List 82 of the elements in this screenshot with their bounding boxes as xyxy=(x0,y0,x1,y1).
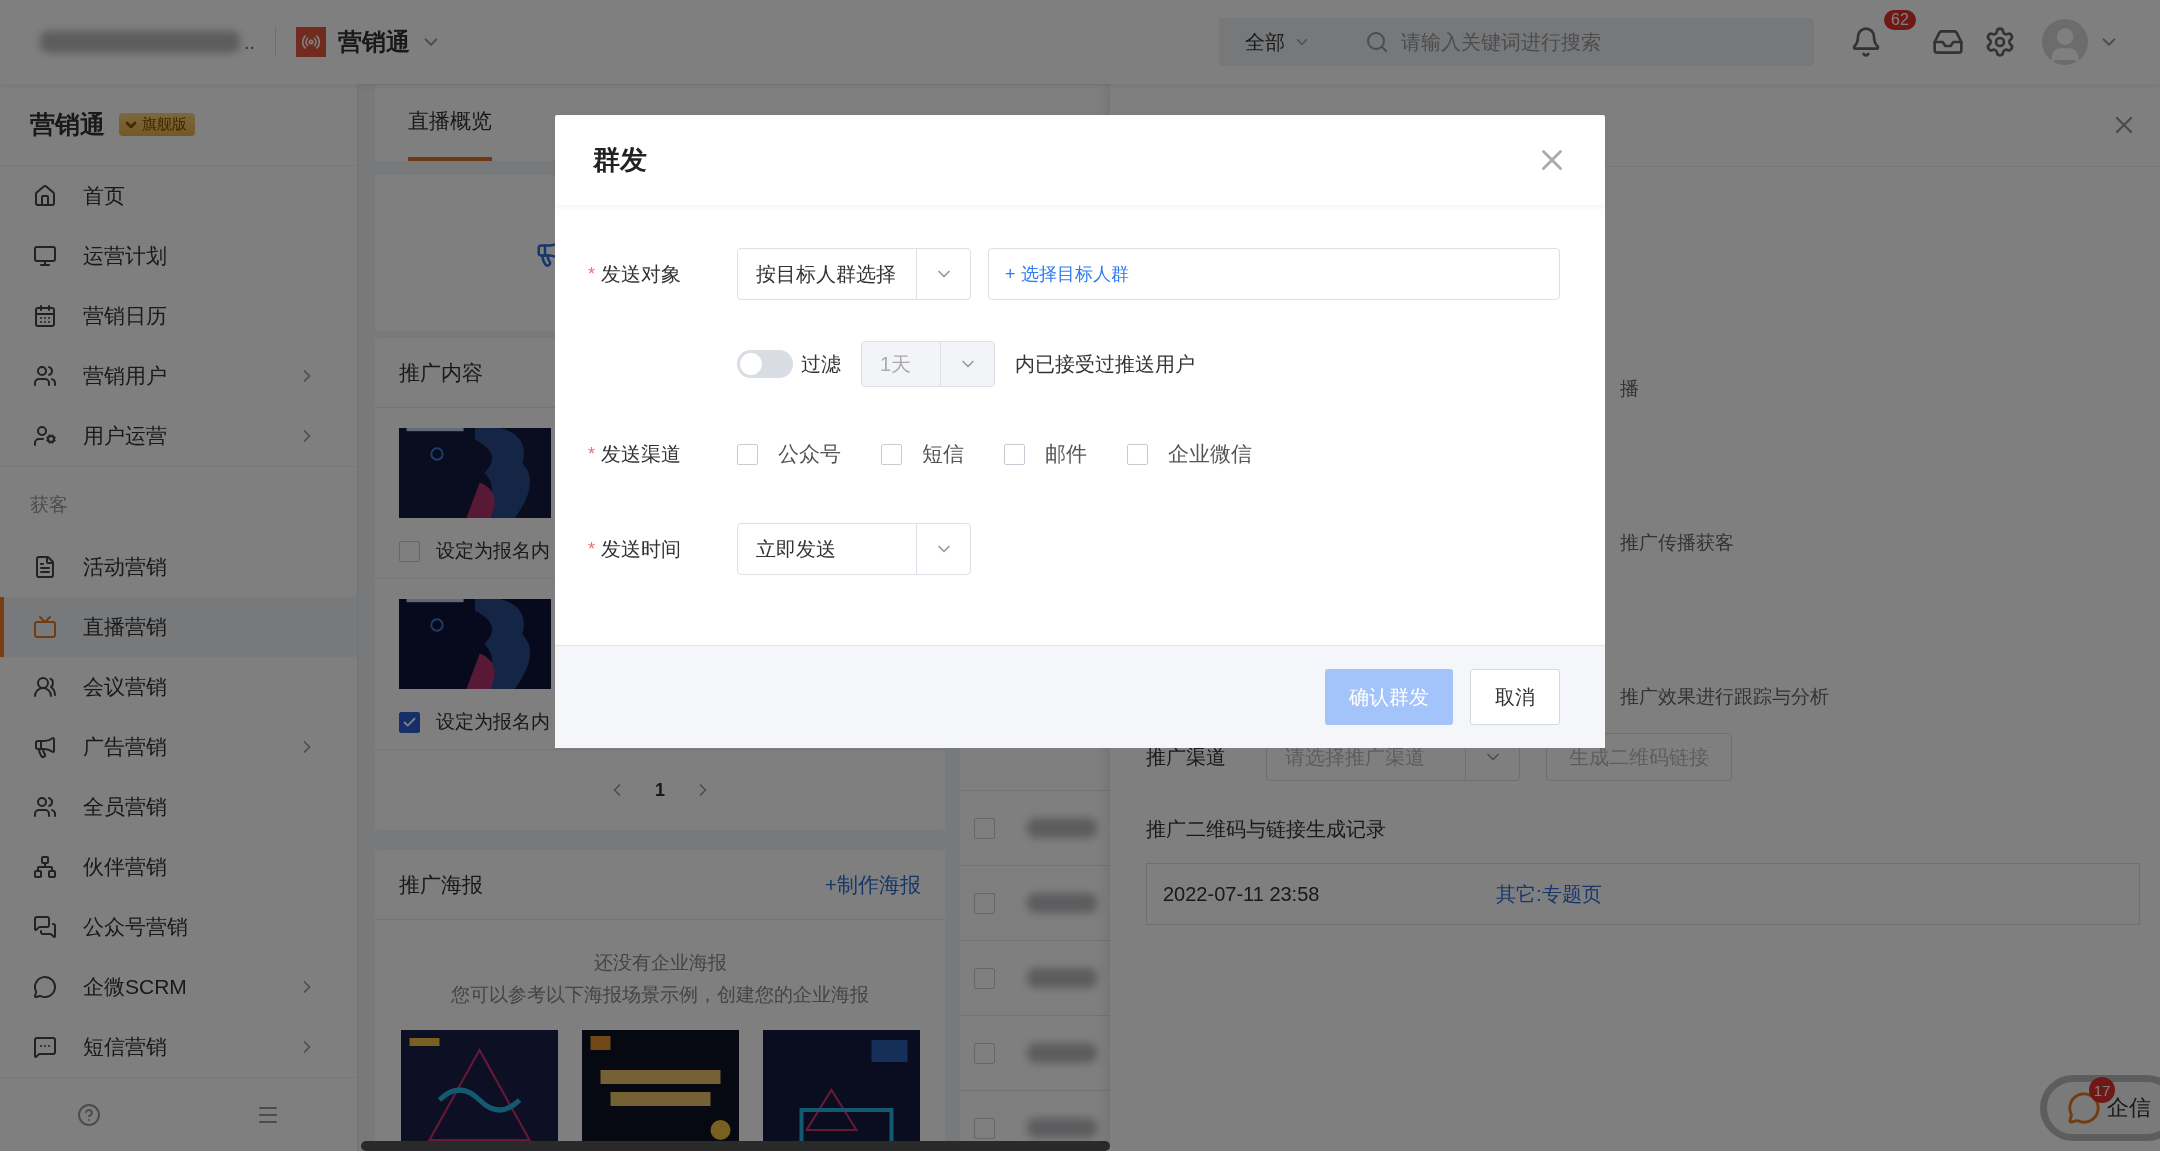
org-name: .. xyxy=(244,30,256,54)
description-text: 推广传播获客 xyxy=(1620,531,1734,555)
make-poster-link[interactable]: +制作海报 xyxy=(824,870,921,899)
bell-icon[interactable] xyxy=(1850,26,1882,58)
message-icon xyxy=(33,1035,57,1060)
dropdown[interactable]: 立即发送 xyxy=(737,523,971,575)
settings-icon[interactable] xyxy=(1984,26,2016,58)
app-name: 营销通 xyxy=(338,27,411,57)
megaphone-icon xyxy=(33,735,57,760)
document-icon xyxy=(33,555,57,580)
sidebar-item[interactable]: 企微SCRM xyxy=(0,957,357,1018)
unread-badge: 17 xyxy=(2089,1077,2115,1103)
group-icon xyxy=(33,675,57,700)
required-mark: * xyxy=(588,443,595,465)
scrollbar[interactable] xyxy=(361,1141,1110,1151)
checkbox-label: 设定为报名内 xyxy=(436,710,550,734)
card-title: 推广内容 xyxy=(399,359,483,386)
users-icon xyxy=(33,364,57,389)
redacted-text xyxy=(1027,1118,1097,1138)
sidebar-item[interactable]: 短信营销 xyxy=(0,1017,357,1078)
required-mark: * xyxy=(588,538,595,560)
user-gear-icon xyxy=(33,424,57,449)
edition-badge: 旗舰版 xyxy=(119,113,195,137)
card-title: 推广海报 xyxy=(399,871,483,898)
description-text: 推广效果进行跟踪与分析 xyxy=(1620,685,1829,709)
sidebar-item[interactable]: 公众号营销 xyxy=(0,897,357,958)
redacted-text xyxy=(1027,968,1097,988)
switch-label: 过滤 xyxy=(801,351,841,377)
required-mark: * xyxy=(588,263,595,285)
record-link[interactable]: 其它:专题页 xyxy=(1496,880,1602,908)
toggle-switch[interactable] xyxy=(737,350,793,378)
network-icon xyxy=(33,855,57,880)
checkbox-label: 设定为报名内 xyxy=(436,539,550,563)
sidebar-item[interactable]: 运营计划 xyxy=(0,226,357,287)
notification-badge: 62 xyxy=(1884,10,1916,30)
description-text: 播 xyxy=(1620,377,1639,401)
brand-name: 营销通 xyxy=(30,109,105,141)
sidebar-item[interactable]: 广告营销 xyxy=(0,717,357,778)
redacted-text xyxy=(1027,818,1097,838)
checkbox-label: 企业微信 xyxy=(1168,441,1252,467)
monitor-icon xyxy=(33,244,57,269)
sidebar-item[interactable]: 伙伴营销 xyxy=(0,837,357,898)
dropdown[interactable]: 按目标人群选择 xyxy=(737,248,971,300)
calendar-icon xyxy=(33,304,57,329)
search-icon xyxy=(1365,30,1389,54)
field-label: 发送时间 xyxy=(601,536,681,562)
section-title: 推广二维码与链接生成记录 xyxy=(1146,817,1387,842)
sidebar-item[interactable]: 营销用户 xyxy=(0,346,357,407)
sidebar-item[interactable]: 营销日历 xyxy=(0,286,357,347)
redacted-text xyxy=(1027,1043,1097,1063)
checkbox-label: 短信 xyxy=(922,441,964,467)
field-label: 发送渠道 xyxy=(601,441,681,467)
search-scope-dropdown[interactable]: 全部 xyxy=(1219,18,1351,66)
page-number[interactable]: 1 xyxy=(655,779,665,801)
help-icon[interactable] xyxy=(77,1102,102,1127)
dialog-title: 群发 xyxy=(593,144,647,177)
sidebar-item[interactable]: 会议营销 xyxy=(0,657,357,718)
team-icon xyxy=(33,795,57,820)
empty-title: 还没有企业海报 xyxy=(593,951,727,975)
filter-text: 内已接受过推送用户 xyxy=(1015,351,1195,377)
chat-widget[interactable]: 17 企信 xyxy=(2040,1075,2160,1141)
field-label: 发送对象 xyxy=(601,261,681,287)
sidebar-item[interactable]: 全员营销 xyxy=(0,777,357,838)
home-icon xyxy=(33,184,57,209)
select-audience-field[interactable]: + 选择目标人群 xyxy=(988,248,1560,300)
field-label: 推广渠道 xyxy=(1146,744,1227,770)
sidebar-item[interactable]: 用户运营 xyxy=(0,406,357,467)
chat-icon xyxy=(33,975,57,1000)
checkbox-label: 邮件 xyxy=(1045,441,1087,467)
empty-hint: 您可以参考以下海报场景示例，创建您的企业海报 xyxy=(451,983,869,1007)
app-logo-icon xyxy=(296,27,327,57)
redacted-text xyxy=(1027,893,1097,913)
sidebar-item[interactable]: 首页 xyxy=(0,166,357,227)
tv-icon xyxy=(33,615,57,640)
chat-bubbles-icon xyxy=(33,915,57,940)
tab[interactable]: 直播概览 xyxy=(408,107,492,161)
checkbox[interactable] xyxy=(399,711,420,733)
checkbox-label: 公众号 xyxy=(778,441,841,467)
sidebar-item[interactable]: 直播营销 xyxy=(0,597,357,658)
sidebar-item[interactable]: 活动营销 xyxy=(0,537,357,598)
record-time: 2022-07-11 23:58 xyxy=(1163,882,1321,906)
cancel-button[interactable]: 取消 xyxy=(1470,669,1560,725)
